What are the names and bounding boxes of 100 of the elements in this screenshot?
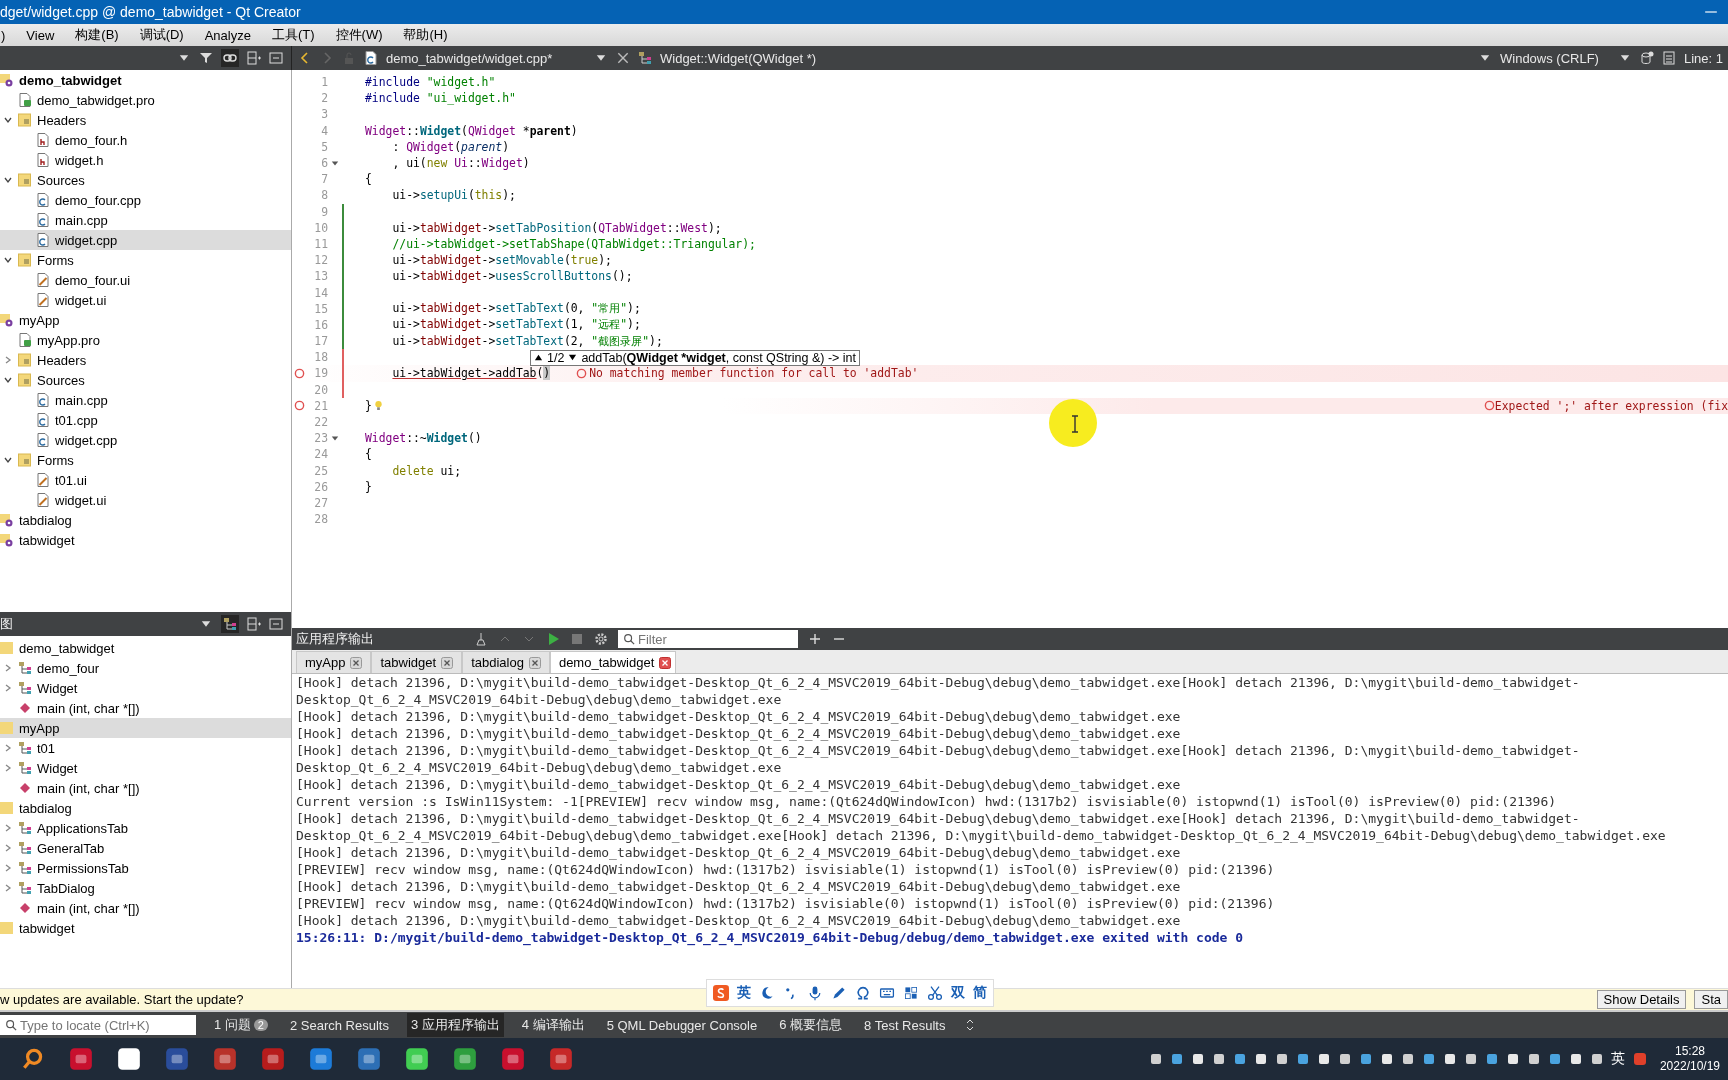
tree-item[interactable]: demo_four.cpp <box>0 190 291 210</box>
keyboard-icon[interactable] <box>879 985 895 1001</box>
down-arrow-icon[interactable] <box>568 353 578 363</box>
tree-item[interactable]: t01.ui <box>0 470 291 490</box>
menu-item[interactable]: 帮助(H) <box>402 26 449 44</box>
tray-icon[interactable] <box>1232 1052 1247 1066</box>
close-icon[interactable] <box>350 656 363 669</box>
tray-icon[interactable] <box>1421 1052 1436 1066</box>
tray-icon[interactable] <box>1190 1052 1205 1066</box>
tree-item[interactable]: Forms <box>0 250 291 270</box>
tree-item[interactable]: tabdialog <box>0 798 291 818</box>
close-icon[interactable] <box>659 656 672 669</box>
close-icon[interactable] <box>441 656 454 669</box>
tray-icon[interactable] <box>1400 1052 1415 1066</box>
line-ending-selector[interactable]: Windows (CRLF) <box>1500 50 1610 66</box>
tree-item[interactable]: main.cpp <box>0 210 291 230</box>
tree-item[interactable]: Sources <box>0 170 291 190</box>
close-pane-icon[interactable] <box>269 617 283 631</box>
locator-field[interactable]: Type to locate (Ctrl+K) <box>0 1015 196 1035</box>
scissors-icon[interactable] <box>927 985 943 1001</box>
menu-item[interactable]: Analyze <box>203 27 252 43</box>
split-icon[interactable] <box>247 617 261 631</box>
menu-item[interactable]: 工具(T) <box>270 26 316 44</box>
tree-item[interactable]: widget.cpp <box>0 430 291 450</box>
menu-item[interactable]: ) <box>0 27 7 43</box>
tray-icon[interactable] <box>1526 1052 1541 1066</box>
output-tab[interactable]: tabwidget <box>371 651 463 673</box>
link-icon[interactable] <box>221 49 239 67</box>
tree-item[interactable]: Forms <box>0 450 291 470</box>
symbol-selector[interactable]: Widget::Widget(QWidget *) <box>660 50 817 66</box>
close-icon[interactable] <box>528 656 541 669</box>
chevron-icon[interactable] <box>3 455 13 465</box>
tray-icon[interactable] <box>1379 1052 1394 1066</box>
tree-item[interactable]: widget.cpp <box>0 230 291 250</box>
omega-icon[interactable] <box>855 985 871 1001</box>
tree-item[interactable]: myApp <box>0 310 291 330</box>
fold-icon[interactable] <box>331 434 339 443</box>
tray-icon[interactable] <box>1169 1052 1184 1066</box>
tree-item[interactable]: demo_tabwidget.pro <box>0 90 291 110</box>
app-icon[interactable] <box>452 1046 478 1072</box>
tree-item[interactable]: demo_four.h <box>0 130 291 150</box>
class-icon[interactable] <box>221 615 239 633</box>
database-icon[interactable] <box>1640 51 1654 65</box>
output-pane-button[interactable]: 1 问题 2 <box>210 1013 272 1037</box>
output-pane-button[interactable]: 4 编译输出 <box>517 1013 589 1037</box>
chevron-icon[interactable] <box>3 115 13 125</box>
output-tab[interactable]: tabdialog <box>462 651 550 673</box>
menu-item[interactable]: 调试(D) <box>138 26 185 44</box>
tree-item[interactable]: main (int, char *[]) <box>0 698 291 718</box>
tray-icon[interactable] <box>1547 1052 1562 1066</box>
tray-icon[interactable] <box>1463 1052 1478 1066</box>
tree-item[interactable]: t01 <box>0 738 291 758</box>
tray-icon[interactable] <box>1295 1052 1310 1066</box>
tray-icon[interactable] <box>1589 1052 1604 1066</box>
microphone-icon[interactable] <box>807 985 823 1001</box>
tree-item[interactable]: Sources <box>0 370 291 390</box>
output-pane-button[interactable]: 3 应用程序输出 <box>406 1013 504 1037</box>
tree-item[interactable]: main.cpp <box>0 390 291 410</box>
output-pane-button[interactable]: 8 Test Results <box>860 1014 950 1036</box>
tray-icon[interactable] <box>1484 1052 1499 1066</box>
output-pane-button[interactable]: 2 Search Results <box>285 1014 393 1036</box>
tree-item[interactable]: main (int, char *[]) <box>0 778 291 798</box>
chevron-icon[interactable] <box>3 255 13 265</box>
plus-icon[interactable] <box>808 632 822 646</box>
app-icon[interactable] <box>404 1046 430 1072</box>
tree-item[interactable]: tabwidget <box>0 918 291 938</box>
output-pane-button[interactable]: 5 QML Debugger Console <box>602 1014 762 1036</box>
tree-item[interactable]: Headers <box>0 350 291 370</box>
tray-icon[interactable] <box>1211 1052 1226 1066</box>
tree-item[interactable]: TabDialog <box>0 878 291 898</box>
tree-item[interactable]: PermissionsTab <box>0 858 291 878</box>
fold-icon[interactable] <box>331 159 339 168</box>
tray-icon[interactable] <box>1148 1052 1163 1066</box>
tree-item[interactable]: t01.cpp <box>0 410 291 430</box>
tree-item[interactable]: Widget <box>0 678 291 698</box>
tray-icon[interactable] <box>1337 1052 1352 1066</box>
tree-item[interactable]: demo_tabwidget <box>0 638 291 658</box>
tray-icon[interactable] <box>1274 1052 1289 1066</box>
chevron-icon[interactable] <box>3 175 13 185</box>
tree-item[interactable]: ApplicationsTab <box>0 818 291 838</box>
tree-item[interactable]: Widget <box>0 758 291 778</box>
tray-icon[interactable] <box>1505 1052 1520 1066</box>
tray-icon[interactable] <box>1442 1052 1457 1066</box>
tray-icon[interactable] <box>1253 1052 1268 1066</box>
broom-icon[interactable] <box>474 632 488 646</box>
grid-icon[interactable] <box>903 985 919 1001</box>
pen-icon[interactable] <box>831 985 847 1001</box>
logo-icon[interactable] <box>713 985 729 1001</box>
gear-icon[interactable] <box>594 632 608 646</box>
document-icon[interactable] <box>1662 51 1676 65</box>
tree-item[interactable]: tabwidget <box>0 530 291 550</box>
tree-item[interactable]: widget.ui <box>0 290 291 310</box>
file-selector[interactable]: demo_tabwidget/widget.cpp* <box>386 50 586 66</box>
tree-item[interactable]: demo_four <box>0 658 291 678</box>
tree-item[interactable]: demo_tabwidget <box>0 70 291 90</box>
tree-item[interactable]: widget.h <box>0 150 291 170</box>
ime-language[interactable]: 英 <box>737 984 751 1002</box>
menu-item[interactable]: 构建(B) <box>74 26 120 44</box>
tree-item[interactable]: myApp.pro <box>0 330 291 350</box>
menu-item[interactable]: 控件(W) <box>334 26 384 44</box>
